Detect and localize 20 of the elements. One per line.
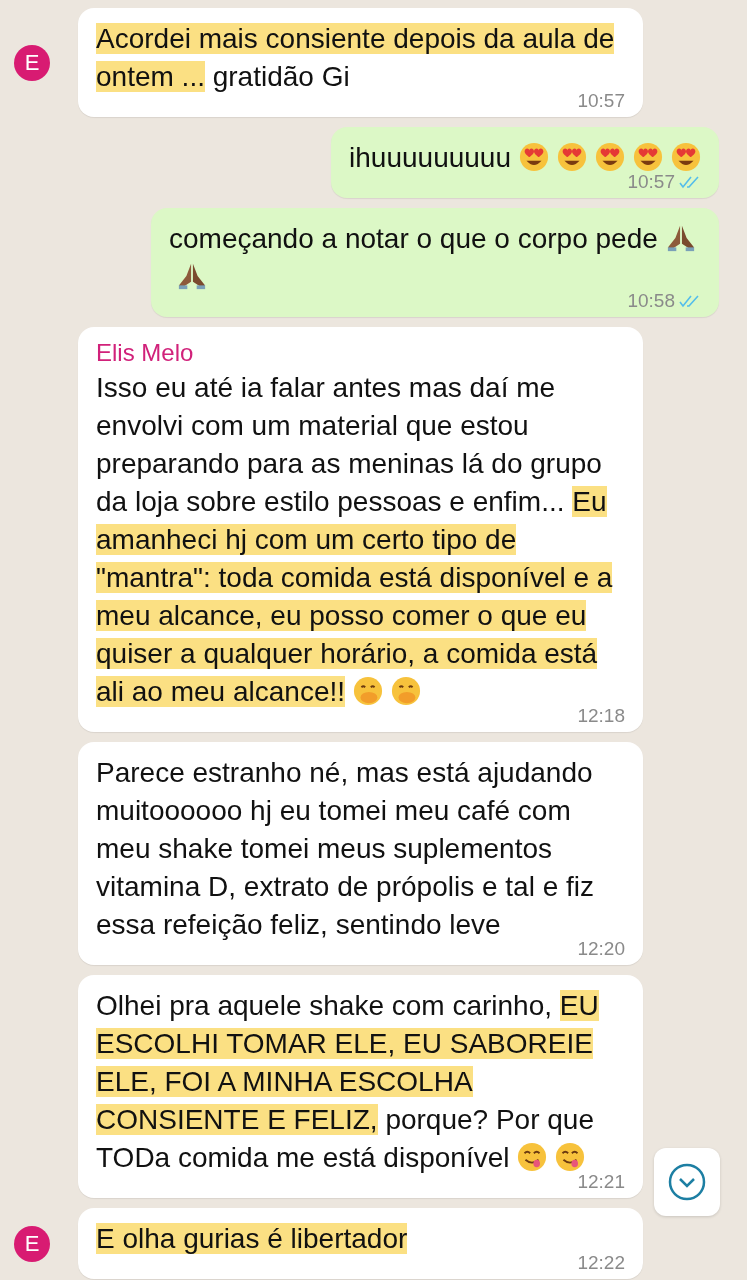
chevron-down-icon [667,1162,707,1202]
message-time: 12:22 [577,1252,625,1274]
heart-eyes-emoji-icon [557,142,587,172]
message-text: Acordei mais consiente depois da aula de ontem ... gratidão Gi [96,22,616,94]
hand-over-mouth-emoji-icon [353,676,384,706]
yum-emoji-icon [517,1142,548,1172]
heart-eyes-emoji-icon [519,142,549,172]
contact-avatar[interactable]: E [14,1225,50,1262]
heart-eyes-emoji-icon [633,142,663,172]
sender-name: Elis Melo [96,339,195,367]
heart-eyes-emoji-icon [671,142,701,172]
contact-avatar[interactable]: E [14,44,50,81]
heart-eyes-emoji-icon [595,142,625,172]
scroll-down-button[interactable] [654,1148,720,1216]
message-time: 10:58 [627,290,675,312]
message-time: 12:18 [577,705,625,727]
message-text: E olha gurias é libertador [96,1222,409,1256]
yum-emoji-icon [555,1142,586,1172]
message-time: 10:57 [627,171,675,193]
hand-over-mouth-emoji-icon [391,676,422,706]
